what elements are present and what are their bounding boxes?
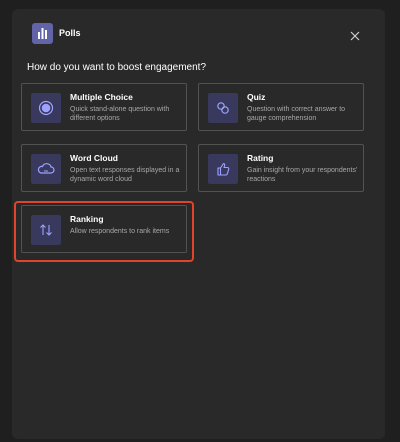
option-multiple-choice[interactable]: Multiple Choice Quick stand-alone questi… bbox=[21, 83, 187, 131]
close-icon[interactable] bbox=[348, 29, 362, 43]
option-quiz[interactable]: Quiz Question with correct answer to gau… bbox=[198, 83, 364, 131]
option-rating[interactable]: Rating Gain insight from your respondent… bbox=[198, 144, 364, 192]
option-description: Question with correct answer to gauge co… bbox=[247, 106, 346, 122]
option-title: Quiz bbox=[247, 92, 266, 102]
option-word-cloud[interactable]: Word Cloud Open text responses displayed… bbox=[21, 144, 187, 192]
option-title: Multiple Choice bbox=[70, 92, 133, 102]
option-description: Gain insight from your respondents' reac… bbox=[247, 167, 358, 183]
option-title: Word Cloud bbox=[70, 153, 118, 163]
option-title: Rating bbox=[247, 153, 274, 163]
option-description: Quick stand-alone question with differen… bbox=[70, 106, 170, 122]
app-title: Polls bbox=[59, 28, 81, 38]
polls-bar-chart-icon bbox=[32, 23, 53, 44]
option-description: Open text responses displayed in a dynam… bbox=[70, 167, 180, 183]
thumbs-up-icon bbox=[208, 154, 238, 184]
ranking-highlight-outline bbox=[14, 201, 194, 262]
cloud-icon bbox=[31, 154, 61, 184]
prompt-heading: How do you want to boost engagement? bbox=[27, 62, 207, 73]
quiz-link-icon bbox=[208, 93, 238, 123]
radio-button-icon bbox=[31, 93, 61, 123]
